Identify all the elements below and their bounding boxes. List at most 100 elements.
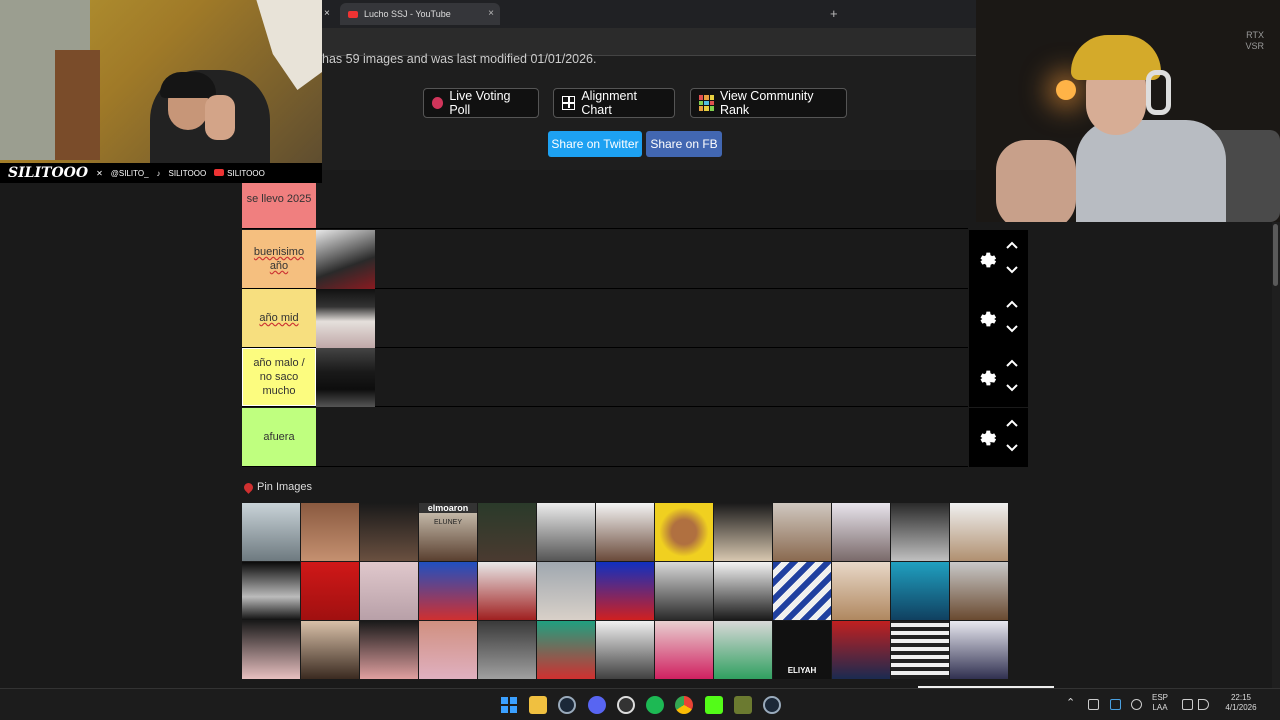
pool-image[interactable] xyxy=(655,503,713,561)
language-indicator[interactable]: ESP LAA xyxy=(1152,693,1168,713)
pool-image[interactable]: ELIYAH xyxy=(773,621,831,679)
gear-icon[interactable] xyxy=(975,427,997,449)
tray-mic-icon[interactable] xyxy=(1131,699,1142,710)
live-voting-poll-button[interactable]: Live Voting Poll xyxy=(423,88,539,118)
chevron-down-icon[interactable] xyxy=(1005,443,1019,453)
pool-image[interactable] xyxy=(891,621,949,679)
pool-image[interactable] xyxy=(360,621,418,679)
pool-image[interactable] xyxy=(478,503,536,561)
pool-image[interactable] xyxy=(478,621,536,679)
pool-image[interactable] xyxy=(419,621,477,679)
chevron-down-icon[interactable] xyxy=(1005,383,1019,393)
chevron-up-icon[interactable] xyxy=(1005,299,1019,309)
pool-image[interactable] xyxy=(832,621,890,679)
browser-tab[interactable]: Lucho SSJ - YouTube × xyxy=(340,3,500,25)
pool-image[interactable] xyxy=(891,562,949,620)
pool-image[interactable] xyxy=(596,621,654,679)
tier-image[interactable] xyxy=(316,348,375,407)
kick-icon[interactable] xyxy=(705,696,723,714)
windows-taskbar: ⌃ ESP LAA 22:15 4/1/2026 xyxy=(0,688,1280,720)
app-icon[interactable] xyxy=(734,696,752,714)
pool-image[interactable] xyxy=(537,503,595,561)
guest-webcam: RTX VSR xyxy=(976,0,1280,222)
pool-image[interactable] xyxy=(950,562,1008,620)
pool-image[interactable] xyxy=(537,621,595,679)
pool-image[interactable] xyxy=(714,621,772,679)
pool-image[interactable] xyxy=(773,503,831,561)
tier-image[interactable] xyxy=(316,230,375,289)
pool-image[interactable] xyxy=(832,503,890,561)
pool-image[interactable] xyxy=(478,562,536,620)
share-fb-button[interactable]: Share on FB xyxy=(646,131,722,157)
tier-row: buenisimo año xyxy=(242,230,968,289)
share-twitter-button[interactable]: Share on Twitter xyxy=(548,131,642,157)
tab-close-icon[interactable]: × xyxy=(488,8,494,19)
clock-date: 4/1/2026 xyxy=(1225,703,1257,712)
tray-sync-icon[interactable] xyxy=(1088,699,1099,710)
pool-image[interactable] xyxy=(242,562,300,620)
chevron-up-icon[interactable] xyxy=(1005,240,1019,250)
pool-image[interactable] xyxy=(242,503,300,561)
pool-image[interactable] xyxy=(773,562,831,620)
pool-image[interactable] xyxy=(360,562,418,620)
tier-controls xyxy=(969,348,1028,407)
file-explorer-icon[interactable] xyxy=(529,696,547,714)
pool-image[interactable] xyxy=(537,562,595,620)
chevron-down-icon[interactable] xyxy=(1005,265,1019,275)
pool-image-subtitle: ELUNEY xyxy=(433,519,462,526)
clock-time: 22:15 xyxy=(1230,693,1252,702)
scrollbar-thumb[interactable] xyxy=(1273,224,1278,286)
pool-image[interactable] xyxy=(360,503,418,561)
tray-defender-icon[interactable] xyxy=(1110,699,1121,710)
pool-image[interactable] xyxy=(655,621,713,679)
page-scrollbar[interactable] xyxy=(1272,222,1280,688)
steam-icon[interactable] xyxy=(558,696,576,714)
rtx-vsr-watermark: RTX VSR xyxy=(1245,30,1264,52)
pool-image[interactable] xyxy=(891,503,949,561)
obs-icon[interactable] xyxy=(617,696,635,714)
alignment-chart-button[interactable]: Alignment Chart xyxy=(553,88,675,118)
pool-image[interactable] xyxy=(301,503,359,561)
pin-images-toggle[interactable]: Pin Images xyxy=(242,480,312,494)
pool-image[interactable] xyxy=(832,562,890,620)
pool-image-caption: ELIYAH xyxy=(787,666,817,675)
pool-image[interactable] xyxy=(301,562,359,620)
window-close-icon[interactable]: × xyxy=(324,8,330,19)
tier-label[interactable]: año mid xyxy=(242,289,316,347)
tray-chevron-icon[interactable]: ⌃ xyxy=(1066,698,1075,709)
pool-image[interactable] xyxy=(419,562,477,620)
view-community-rank-label: View Community Rank xyxy=(719,89,814,117)
pool-image[interactable] xyxy=(301,621,359,679)
pool-image[interactable] xyxy=(242,621,300,679)
spotify-icon[interactable] xyxy=(646,696,664,714)
pool-image[interactable] xyxy=(714,562,772,620)
youtube-icon xyxy=(348,10,358,18)
pool-image[interactable] xyxy=(596,503,654,561)
windows-start-icon[interactable] xyxy=(500,696,518,714)
chevron-up-icon[interactable] xyxy=(1005,418,1019,428)
gear-icon[interactable] xyxy=(975,249,997,271)
tray-network-icon[interactable] xyxy=(1182,699,1193,710)
pool-image[interactable] xyxy=(950,503,1008,561)
vsr-label: VSR xyxy=(1245,41,1264,51)
new-tab-icon[interactable]: + xyxy=(830,6,838,21)
pool-image[interactable] xyxy=(714,503,772,561)
tier-image[interactable] xyxy=(316,289,375,348)
steam-icon[interactable] xyxy=(763,696,781,714)
tier-label[interactable]: afuera xyxy=(242,408,316,466)
view-community-rank-button[interactable]: View Community Rank xyxy=(690,88,847,118)
pool-image[interactable] xyxy=(596,562,654,620)
chevron-down-icon[interactable] xyxy=(1005,324,1019,334)
gear-icon[interactable] xyxy=(975,308,997,330)
discord-icon[interactable] xyxy=(588,696,606,714)
gear-icon[interactable] xyxy=(975,367,997,389)
tray-volume-icon[interactable] xyxy=(1198,699,1209,710)
pool-image[interactable] xyxy=(655,562,713,620)
chevron-up-icon[interactable] xyxy=(1005,358,1019,368)
pool-image[interactable] xyxy=(950,621,1008,679)
pool-image[interactable]: elmoaron ELUNEY xyxy=(419,503,477,561)
chrome-icon[interactable] xyxy=(675,696,693,714)
tier-label[interactable]: buenisimo año xyxy=(242,230,316,288)
clock[interactable]: 22:15 4/1/2026 xyxy=(1216,693,1266,713)
tier-label[interactable]: año malo / no saco mucho xyxy=(242,348,316,406)
